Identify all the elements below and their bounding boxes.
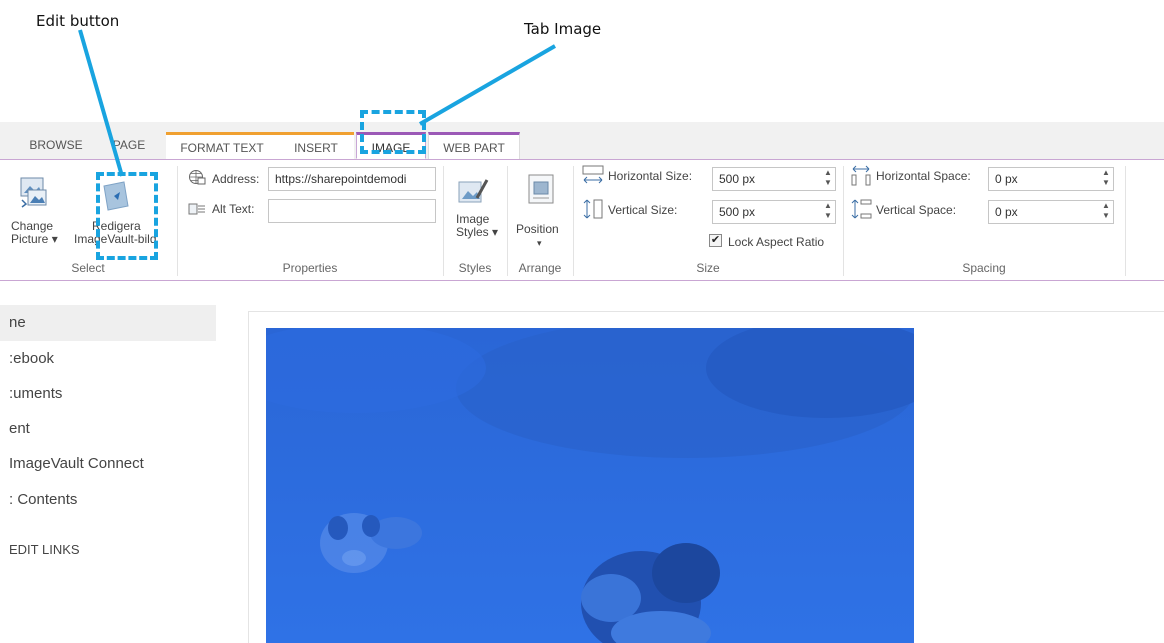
nav-item-documents[interactable]: :uments — [0, 376, 62, 412]
edit-links[interactable]: EDIT LINKS — [0, 532, 80, 568]
nav-item-recent[interactable]: ent — [0, 411, 30, 447]
tab-image-pointer — [418, 44, 557, 126]
nav-item-site-contents[interactable]: : Contents — [0, 482, 77, 518]
nav-item-notebook[interactable]: :ebook — [0, 341, 54, 377]
nav-item-home[interactable]: ne — [0, 305, 216, 341]
edit-button-pointer — [78, 29, 124, 177]
nav-item-imagevault-connect[interactable]: ImageVault Connect — [0, 446, 144, 482]
dogs-photo — [266, 328, 914, 643]
selected-image[interactable] — [266, 328, 914, 643]
annotation-arrows — [78, 29, 557, 177]
